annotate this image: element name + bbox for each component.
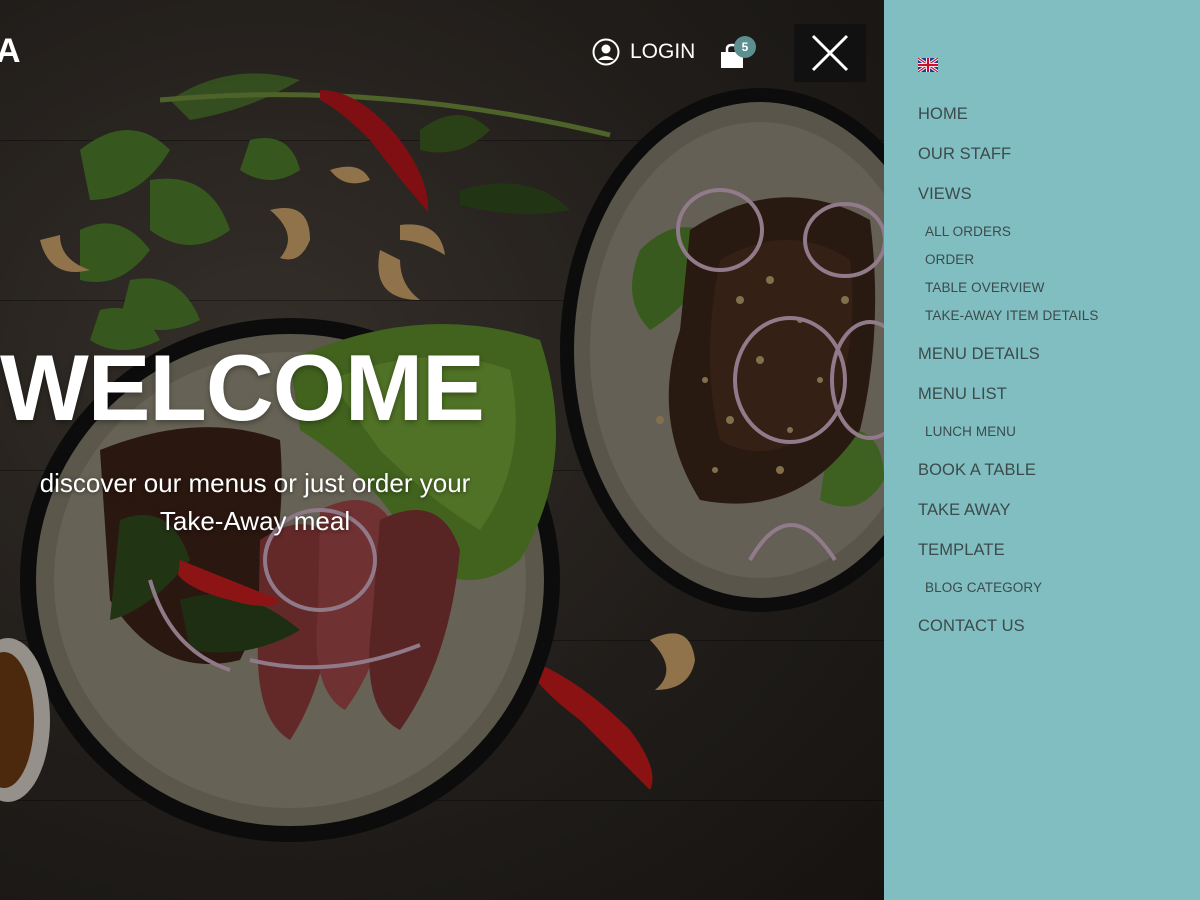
menu-item-home[interactable]: HOME (918, 102, 1098, 142)
submenu-item-order[interactable]: ORDER (918, 250, 1098, 278)
menu-item-our-staff[interactable]: OUR STAFF (918, 142, 1098, 182)
hero-overlay (0, 0, 884, 900)
cart-count-badge: 5 (734, 36, 756, 58)
hero-title: WELCOME (0, 335, 485, 440)
hero-subtitle-line2: Take-Away meal (159, 506, 351, 536)
close-menu-button[interactable] (794, 24, 866, 82)
cart-button[interactable]: 5 (716, 36, 762, 70)
hero-background: A LOGIN 5 WELCOME discover our menus or … (0, 0, 884, 900)
uk-flag-icon[interactable] (918, 58, 938, 72)
submenu-item-lunch-menu[interactable]: LUNCH MENU (918, 422, 1098, 458)
nav-menu: HOME OUR STAFF VIEWS ALL ORDERS ORDER TA… (918, 102, 1098, 654)
hero-subtitle: discover our menus or just order your Ta… (14, 464, 496, 540)
submenu-item-blog-category[interactable]: BLOG CATEGORY (918, 578, 1098, 614)
side-menu: HOME OUR STAFF VIEWS ALL ORDERS ORDER TA… (884, 0, 1200, 900)
login-button[interactable]: LOGIN (592, 38, 695, 66)
submenu-item-take-away-item-details[interactable]: TAKE-AWAY ITEM DETAILS (918, 306, 1098, 342)
menu-item-take-away[interactable]: TAKE AWAY (918, 498, 1098, 538)
menu-item-menu-list[interactable]: MENU LIST (918, 382, 1098, 422)
brand-logo-fragment[interactable]: A (0, 32, 22, 71)
submenu-item-all-orders[interactable]: ALL ORDERS (918, 222, 1098, 250)
user-icon (592, 38, 620, 66)
menu-item-views[interactable]: VIEWS (918, 182, 1098, 222)
login-label: LOGIN (630, 40, 696, 63)
menu-item-contact-us[interactable]: CONTACT US (918, 614, 1098, 654)
menu-item-template[interactable]: TEMPLATE (918, 538, 1098, 578)
close-icon (811, 34, 849, 72)
menu-item-menu-details[interactable]: MENU DETAILS (918, 342, 1098, 382)
menu-item-book-a-table[interactable]: BOOK A TABLE (918, 458, 1098, 498)
hero-subtitle-line1: discover our menus or just order your (39, 468, 471, 498)
submenu-item-table-overview[interactable]: TABLE OVERVIEW (918, 278, 1098, 306)
